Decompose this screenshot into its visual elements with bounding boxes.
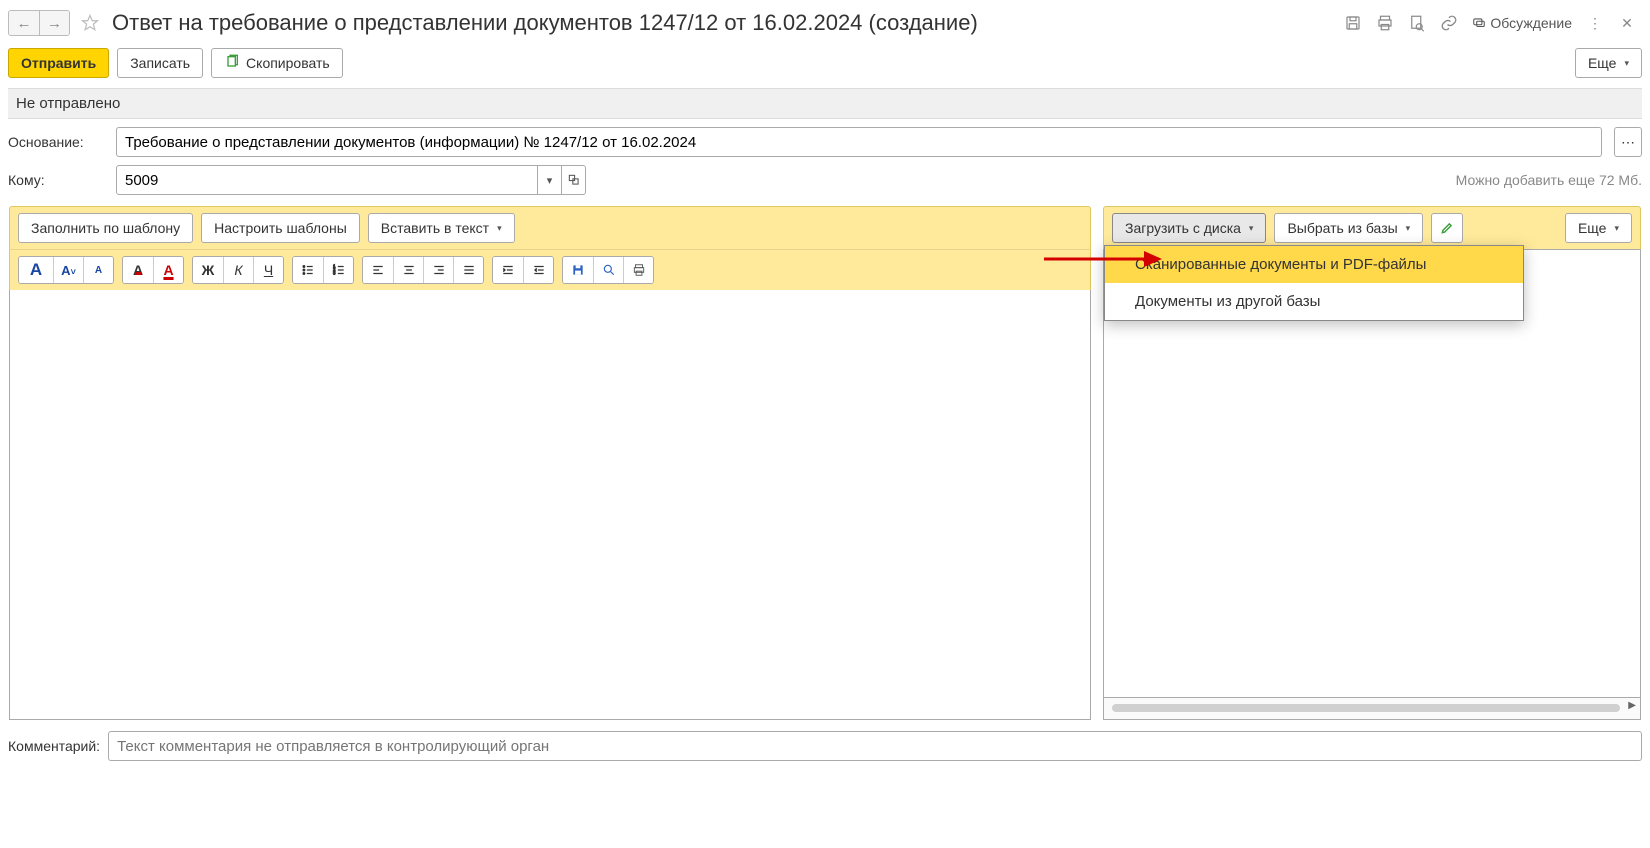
svg-text:3: 3: [333, 271, 336, 276]
preview-icon[interactable]: [1402, 11, 1432, 35]
numbered-list-button[interactable]: 123: [323, 257, 353, 283]
nav-group: ← →: [8, 10, 70, 36]
save-button[interactable]: Записать: [117, 48, 203, 78]
status-bar: Не отправлено: [8, 88, 1642, 119]
copy-page-icon: [224, 54, 240, 73]
highlight-color-button[interactable]: A: [123, 257, 153, 283]
chevron-down-icon: ▾: [497, 223, 502, 234]
to-open-button[interactable]: [562, 165, 586, 195]
size-hint: Можно добавить еще 72 Мб.: [1456, 172, 1642, 188]
print-icon: [632, 263, 646, 277]
align-right-icon: [432, 263, 446, 277]
chevron-down-icon: ▾: [1249, 223, 1254, 234]
underline-button[interactable]: Ч: [253, 257, 283, 283]
more-button[interactable]: Еще ▾: [1575, 48, 1642, 78]
edit-attachments-button[interactable]: [1431, 213, 1463, 243]
to-dropdown-button[interactable]: ▾: [538, 165, 562, 195]
forward-button[interactable]: →: [39, 11, 69, 35]
open-external-icon: [567, 173, 581, 187]
insert-text-button[interactable]: Вставить в текст ▾: [368, 213, 515, 243]
favorite-star-icon[interactable]: [76, 11, 104, 35]
back-button[interactable]: ←: [9, 11, 39, 35]
to-label: Кому:: [8, 172, 108, 188]
pencil-icon: [1440, 221, 1454, 235]
align-right-button[interactable]: [423, 257, 453, 283]
basis-input[interactable]: [116, 127, 1602, 157]
disk-save-button[interactable]: [563, 257, 593, 283]
split-panes: Заполнить по шаблону Настроить шаблоны В…: [8, 205, 1642, 721]
chat-icon: [1472, 16, 1486, 30]
attachments-scrollbar[interactable]: [1103, 698, 1641, 720]
align-justify-button[interactable]: [453, 257, 483, 283]
align-center-icon: [402, 263, 416, 277]
attachments-pane: Загрузить с диска ▾ Выбрать из базы ▾ Ещ…: [1102, 205, 1642, 721]
attachments-toolbar: Загрузить с диска ▾ Выбрать из базы ▾ Ещ…: [1103, 206, 1641, 249]
print-icon[interactable]: [1370, 11, 1400, 35]
title-bar: ← → Ответ на требование о представлении …: [8, 8, 1642, 44]
print-toolbar-button[interactable]: [623, 257, 653, 283]
bullet-list-button[interactable]: [293, 257, 323, 283]
load-from-disk-dropdown: Сканированные документы и PDF-файлы Доку…: [1104, 245, 1524, 321]
list-numbered-icon: 123: [332, 263, 346, 277]
load-from-disk-label: Загрузить с диска: [1125, 220, 1241, 236]
basis-row: Основание: ⋯: [8, 119, 1642, 157]
dropdown-item-scanned-pdf[interactable]: Сканированные документы и PDF-файлы: [1105, 246, 1523, 283]
bold-button[interactable]: Ж: [193, 257, 223, 283]
link-icon[interactable]: [1434, 11, 1464, 35]
font-decrease-button[interactable]: A˅: [53, 257, 83, 283]
choose-from-base-label: Выбрать из базы: [1287, 220, 1397, 236]
close-icon[interactable]: ✕: [1612, 11, 1642, 35]
copy-button[interactable]: Скопировать: [211, 48, 343, 78]
comment-label: Комментарий:: [8, 738, 100, 754]
discussion-label: Обсуждение: [1490, 15, 1572, 31]
red-arrow-annotation: [1044, 247, 1164, 274]
send-button[interactable]: Отправить: [8, 48, 109, 78]
comment-input[interactable]: [108, 731, 1642, 761]
editor-pane: Заполнить по шаблону Настроить шаблоны В…: [8, 205, 1092, 721]
italic-button[interactable]: К: [223, 257, 253, 283]
kebab-menu-icon[interactable]: ⋮: [1580, 11, 1610, 35]
attachments-more-button[interactable]: Еще ▾: [1565, 213, 1632, 243]
dropdown-item-other-base[interactable]: Документы из другой базы: [1105, 283, 1523, 320]
copy-button-label: Скопировать: [246, 55, 330, 71]
page-title: Ответ на требование о представлении доку…: [112, 10, 978, 36]
editor-format-toolbar: A A˅ A A A Ж К Ч 123: [9, 249, 1091, 290]
to-input[interactable]: [116, 165, 538, 195]
indent-decrease-button[interactable]: [523, 257, 553, 283]
font-color-button[interactable]: A: [153, 257, 183, 283]
save-icon[interactable]: [1338, 11, 1368, 35]
list-bullet-icon: [301, 263, 315, 277]
to-row: Кому: ▾ Можно добавить еще 72 Мб.: [8, 157, 1642, 195]
align-left-icon: [371, 263, 385, 277]
more-button-label: Еще: [1588, 55, 1617, 71]
comment-row: Комментарий:: [8, 731, 1642, 761]
align-left-button[interactable]: [363, 257, 393, 283]
magnifier-icon: [602, 263, 616, 277]
chevron-down-icon: ▾: [1624, 58, 1629, 69]
setup-templates-button[interactable]: Настроить шаблоны: [201, 213, 360, 243]
font-size-small-button[interactable]: A: [83, 257, 113, 283]
indent-increase-button[interactable]: [493, 257, 523, 283]
zoom-preview-button[interactable]: [593, 257, 623, 283]
indent-increase-icon: [501, 263, 515, 277]
discussion-link[interactable]: Обсуждение: [1472, 15, 1572, 31]
chevron-down-icon: ▾: [1614, 223, 1619, 234]
rich-text-editor[interactable]: [9, 290, 1091, 720]
attachments-more-label: Еще: [1578, 220, 1607, 236]
fill-template-button[interactable]: Заполнить по шаблону: [18, 213, 193, 243]
font-increase-button[interactable]: A: [19, 257, 53, 283]
chevron-down-icon: ▾: [1406, 223, 1411, 234]
align-center-button[interactable]: [393, 257, 423, 283]
basis-open-button[interactable]: ⋯: [1614, 127, 1642, 157]
insert-text-label: Вставить в текст: [381, 220, 489, 236]
indent-decrease-icon: [532, 263, 546, 277]
load-from-disk-button[interactable]: Загрузить с диска ▾: [1112, 213, 1266, 243]
align-justify-icon: [462, 263, 476, 277]
editor-cmd-toolbar: Заполнить по шаблону Настроить шаблоны В…: [9, 206, 1091, 249]
choose-from-base-button[interactable]: Выбрать из базы ▾: [1274, 213, 1423, 243]
floppy-icon: [571, 263, 585, 277]
command-bar: Отправить Записать Скопировать Еще ▾: [8, 44, 1642, 88]
basis-label: Основание:: [8, 134, 108, 150]
